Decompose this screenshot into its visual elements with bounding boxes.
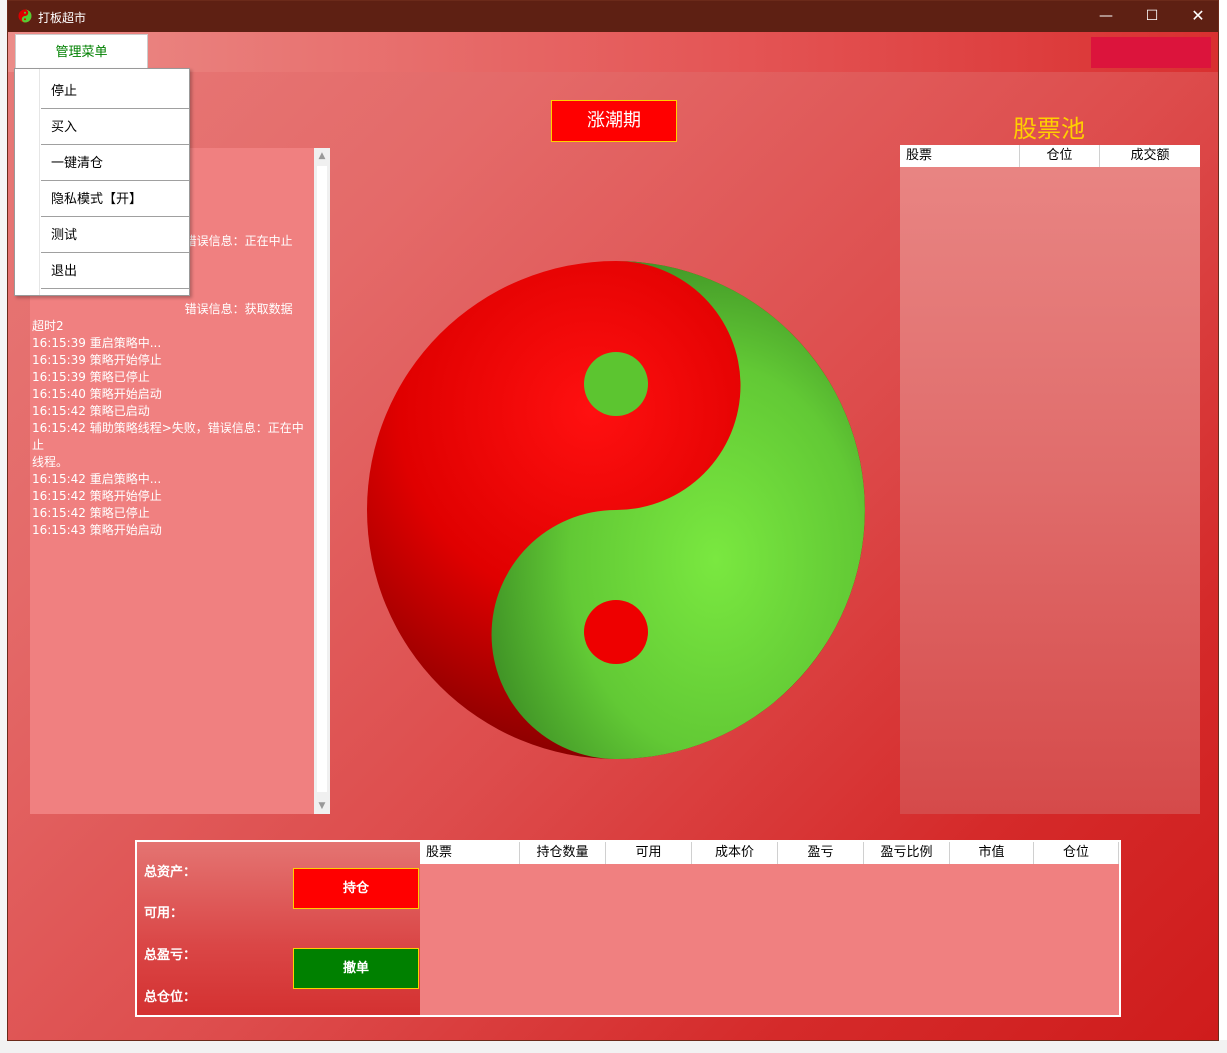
maximize-button[interactable]: ☐ xyxy=(1129,1,1175,32)
menu-item-privacy-mode[interactable]: 隐私模式【开】 xyxy=(41,182,189,217)
stock-pool-title: 股票池 xyxy=(1013,115,1085,143)
menu-gutter xyxy=(39,69,40,295)
background-app-bottom xyxy=(0,1040,1227,1053)
scroll-thumb[interactable] xyxy=(317,166,327,792)
column-header[interactable]: 成本价 xyxy=(692,842,778,864)
log-line: 16:15:42 策略开始停止 xyxy=(32,489,162,503)
market-phase-badge[interactable]: 涨潮期 xyxy=(551,100,677,142)
log-line: 16:15:39 策略已停止 xyxy=(32,370,150,384)
column-header[interactable]: 市值 xyxy=(950,842,1034,864)
red-dot xyxy=(584,600,648,664)
log-line: 16:15:39 重启策略中... xyxy=(32,336,162,350)
log-line: 线程。 xyxy=(32,455,69,469)
column-header[interactable]: 可用 xyxy=(606,842,692,864)
management-menu-tab[interactable]: 管理菜单 xyxy=(15,34,148,70)
log-line: 超时2 xyxy=(32,319,64,333)
menu-item-test[interactable]: 测试 xyxy=(41,218,189,253)
log-line: 16:15:39 策略开始停止 xyxy=(32,353,162,367)
menu-item-exit[interactable]: 退出 xyxy=(41,254,189,289)
log-line: 16:15:42 策略已停止 xyxy=(32,506,150,520)
column-header[interactable]: 仓位 xyxy=(1034,842,1119,864)
menu-bar: 管理菜单 xyxy=(8,32,1218,72)
yin-yang-emblem xyxy=(367,261,865,759)
log-line: 16:15:42 重启策略中... xyxy=(32,472,162,486)
window-title: 打板超市 xyxy=(38,11,87,25)
column-header[interactable]: 股票 xyxy=(420,842,520,864)
menu-item-buy[interactable]: 买入 xyxy=(41,110,189,145)
log-line: 16:15:42 策略已启动 xyxy=(32,404,150,418)
log-line: 16:15:40 策略开始启动 xyxy=(32,387,162,401)
account-panel: 总资产： 可用： 总盈亏： 总仓位： 持仓 撤单 股票 持仓数量 可用 成本价 … xyxy=(135,840,1121,1017)
minimize-button[interactable]: — xyxy=(1083,1,1129,32)
total-position-label: 总仓位： xyxy=(144,990,197,1005)
column-header[interactable]: 仓位 xyxy=(1020,145,1100,167)
close-button[interactable]: ✕ xyxy=(1175,1,1218,32)
column-header[interactable]: 盈亏 xyxy=(778,842,864,864)
available-label: 可用： xyxy=(144,906,184,921)
column-header[interactable]: 成交额 xyxy=(1100,145,1200,167)
column-header[interactable]: 盈亏比例 xyxy=(864,842,950,864)
positions-header: 股票 持仓数量 可用 成本价 盈亏 盈亏比例 市值 仓位 xyxy=(420,842,1119,864)
title-bar[interactable]: 打板超市 — ☐ ✕ xyxy=(8,1,1218,32)
cancel-order-button[interactable]: 撤单 xyxy=(293,948,419,989)
total-pnl-label: 总盈亏： xyxy=(144,948,197,963)
green-dot xyxy=(584,352,648,416)
status-indicator-box xyxy=(1091,37,1211,68)
log-line: 16:15:43 策略开始启动 xyxy=(32,523,162,537)
column-header[interactable]: 股票 xyxy=(900,145,1020,167)
yin-yang-app-icon xyxy=(18,9,32,23)
management-menu-dropdown: 停止 买入 一键清仓 隐私模式【开】 测试 退出 xyxy=(14,68,190,296)
background-app-right xyxy=(1218,0,1227,1053)
stock-pool-header: 股票 仓位 成交额 xyxy=(900,145,1200,167)
column-header[interactable]: 持仓数量 xyxy=(520,842,606,864)
log-line: 16:15:42 辅助策略线程>失败，错误信息：正在中止 xyxy=(32,421,304,452)
scroll-up-icon[interactable]: ▲ xyxy=(314,148,330,164)
holdings-button[interactable]: 持仓 xyxy=(293,868,419,909)
menu-item-clear-positions[interactable]: 一键清仓 xyxy=(41,146,189,181)
scroll-down-icon[interactable]: ▼ xyxy=(314,798,330,814)
log-line: 错误信息：获取数据 xyxy=(32,302,293,316)
menu-item-stop[interactable]: 停止 xyxy=(41,74,189,109)
log-scrollbar[interactable]: ▲ ▼ xyxy=(314,148,330,814)
positions-table[interactable]: 股票 持仓数量 可用 成本价 盈亏 盈亏比例 市值 仓位 xyxy=(420,842,1119,1015)
total-assets-label: 总资产： xyxy=(144,865,197,880)
stock-pool-table[interactable]: 股票 仓位 成交额 xyxy=(900,145,1200,814)
